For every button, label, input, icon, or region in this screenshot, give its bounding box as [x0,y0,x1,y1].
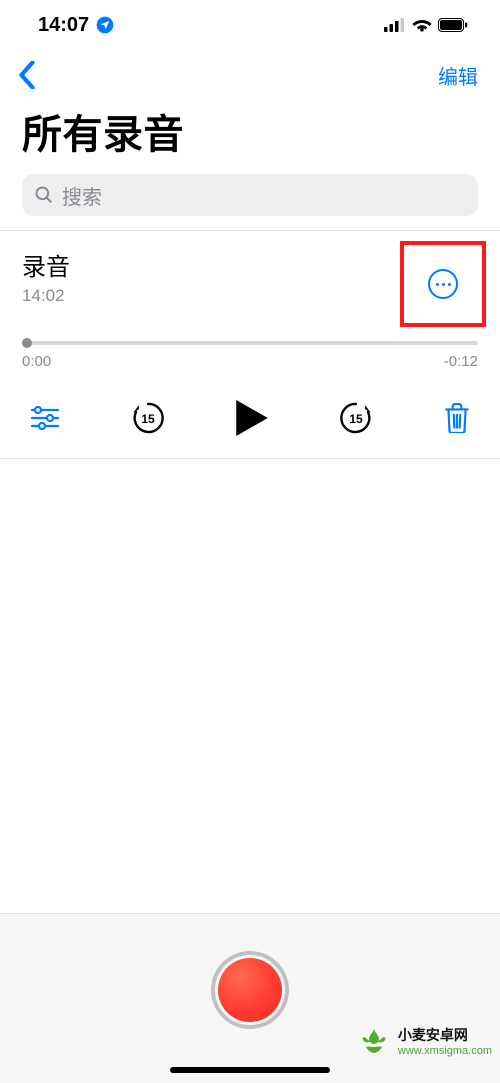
remaining-time: -0:12 [444,353,478,370]
sliders-icon [30,405,60,431]
recording-time: 14:02 [22,286,70,306]
scrubber-track [22,341,478,345]
play-icon [236,400,268,436]
recording-title: 录音 [22,247,70,282]
status-bar: 14:07 [0,0,500,50]
battery-icon [438,18,468,32]
play-button[interactable] [236,400,268,436]
skip-back-icon: 15 [130,400,166,436]
nav-bar: 编辑 [0,50,500,96]
ellipsis-icon [436,283,451,286]
page-title: 所有录音 [0,96,500,174]
search-placeholder: 搜索 [62,181,102,210]
record-icon [218,958,282,1022]
watermark-logo-icon [356,1023,392,1059]
search-container: 搜索 [0,174,500,230]
skip-forward-icon: 15 [338,400,374,436]
home-indicator[interactable] [170,1067,330,1073]
delete-button[interactable] [444,403,470,433]
location-icon [95,15,115,35]
search-icon [34,185,54,205]
recording-meta: 录音 14:02 [22,247,70,306]
record-button[interactable] [211,951,289,1029]
skip-forward-button[interactable]: 15 [338,400,374,436]
chevron-left-icon [18,61,36,89]
watermark: 小麦安卓网 www.xmsigma.com [356,1023,492,1059]
back-button[interactable] [18,61,36,89]
skip-back-button[interactable]: 15 [130,400,166,436]
scrubber-times: 0:00 -0:12 [22,353,478,370]
trash-icon [444,403,470,433]
status-time: 14:07 [38,14,89,37]
cellular-icon [384,18,406,32]
wifi-icon [412,18,432,33]
svg-text:15: 15 [141,412,155,426]
more-button[interactable] [428,269,458,299]
edit-button[interactable]: 编辑 [438,61,478,90]
scrubber-thumb[interactable] [22,338,32,348]
watermark-url: www.xmsigma.com [398,1045,492,1057]
player-controls: 15 15 [0,370,500,440]
watermark-name: 小麦安卓网 [398,1025,492,1045]
highlight-box [400,241,486,327]
elapsed-time: 0:00 [22,353,51,370]
recording-item: 录音 14:02 0:00 -0:12 [0,230,500,459]
svg-text:15: 15 [349,412,363,426]
status-right [384,18,468,33]
options-button[interactable] [30,405,60,431]
search-input[interactable]: 搜索 [22,174,478,216]
scrubber[interactable]: 0:00 -0:12 [0,327,500,370]
status-left: 14:07 [38,14,115,37]
